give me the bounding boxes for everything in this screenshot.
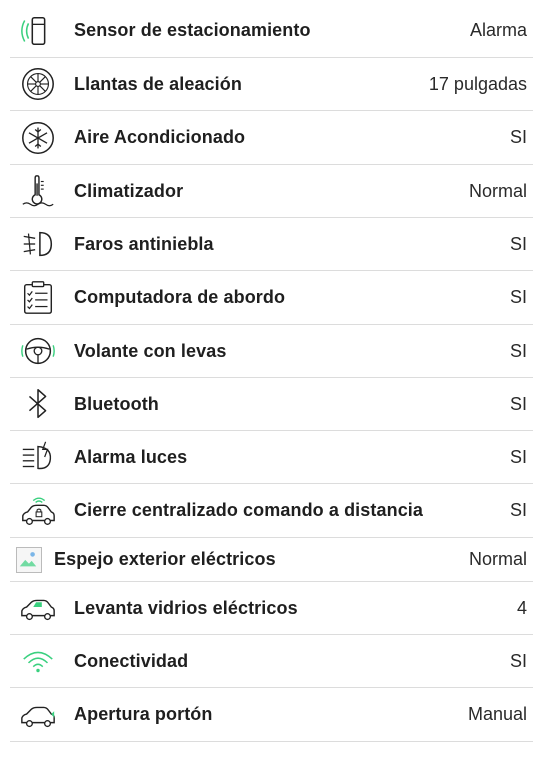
fog-light-icon: [18, 224, 58, 264]
list-item: Espejo exterior eléctricos Normal: [10, 538, 533, 582]
list-item: Aire Acondicionado SI: [10, 111, 533, 165]
snowflake-icon: [18, 118, 58, 158]
list-item: Alarma luces SI: [10, 431, 533, 484]
feature-value: SI: [509, 233, 527, 254]
features-list: Sensor de estacionamiento Alarma Llantas…: [0, 0, 558, 764]
feature-value: SI: [509, 446, 527, 467]
feature-label: Levanta vidrios eléctricos: [74, 597, 298, 618]
list-item: Cierre centralizado comando a distancia …: [10, 484, 533, 538]
list-item: Faros antiniebla SI: [10, 218, 533, 271]
feature-label: Climatizador: [74, 180, 184, 201]
feature-value: SI: [509, 340, 527, 361]
feature-label: Alarma luces: [74, 446, 188, 467]
feature-label: Aire Acondicionado: [74, 127, 246, 147]
feature-value: SI: [509, 650, 527, 671]
broken-image-icon: [16, 546, 42, 573]
clipboard-checklist-icon: [18, 278, 58, 318]
feature-label: Sensor de estacionamiento: [74, 20, 311, 40]
feature-value: Normal: [468, 180, 527, 201]
feature-label: Computadora de abordo: [74, 287, 286, 307]
feature-label: Espejo exterior eléctricos: [54, 549, 276, 569]
list-item: Climatizador Normal: [10, 165, 533, 218]
feature-label: Cierre centralizado comando a distancia: [74, 500, 424, 520]
feature-label: Conectividad: [74, 650, 189, 671]
feature-label: Bluetooth: [74, 393, 159, 414]
steering-wheel-icon: [18, 331, 58, 371]
feature-label: Llantas de aleación: [74, 73, 242, 94]
car-remote-lock-icon: [18, 491, 58, 531]
list-item: Levanta vidrios eléctricos 4: [10, 582, 533, 635]
car-trunk-icon: [18, 695, 58, 735]
list-item: Conectividad SI: [10, 635, 533, 688]
headlight-alarm-icon: [18, 437, 58, 477]
feature-value: SI: [509, 127, 527, 147]
list-item: Bluetooth SI: [10, 378, 533, 431]
feature-value: SI: [509, 287, 527, 307]
bluetooth-icon: [18, 384, 58, 424]
wifi-signal-icon: [18, 641, 58, 681]
list-item: Volante con levas SI: [10, 325, 533, 378]
alloy-wheel-icon: [18, 64, 58, 104]
feature-label: Faros antiniebla: [74, 233, 214, 254]
list-item: Llantas de aleación 17 pulgadas: [10, 58, 533, 111]
parking-sensor-icon: [18, 11, 58, 51]
feature-value: SI: [509, 500, 527, 520]
feature-label: Volante con levas: [74, 340, 227, 361]
feature-label: Apertura portón: [74, 704, 213, 724]
feature-value: 17 pulgadas: [428, 73, 527, 94]
feature-value: Manual: [467, 704, 527, 724]
feature-value: Normal: [468, 549, 527, 569]
list-item: Computadora de abordo SI: [10, 271, 533, 325]
feature-value: 4: [516, 597, 527, 618]
feature-value: SI: [509, 393, 527, 414]
list-item: Sensor de estacionamiento Alarma: [10, 4, 533, 58]
thermometer-icon: [18, 171, 58, 211]
car-window-icon: [18, 588, 58, 628]
list-item: Apertura portón Manual: [10, 688, 533, 742]
feature-value: Alarma: [469, 20, 527, 40]
